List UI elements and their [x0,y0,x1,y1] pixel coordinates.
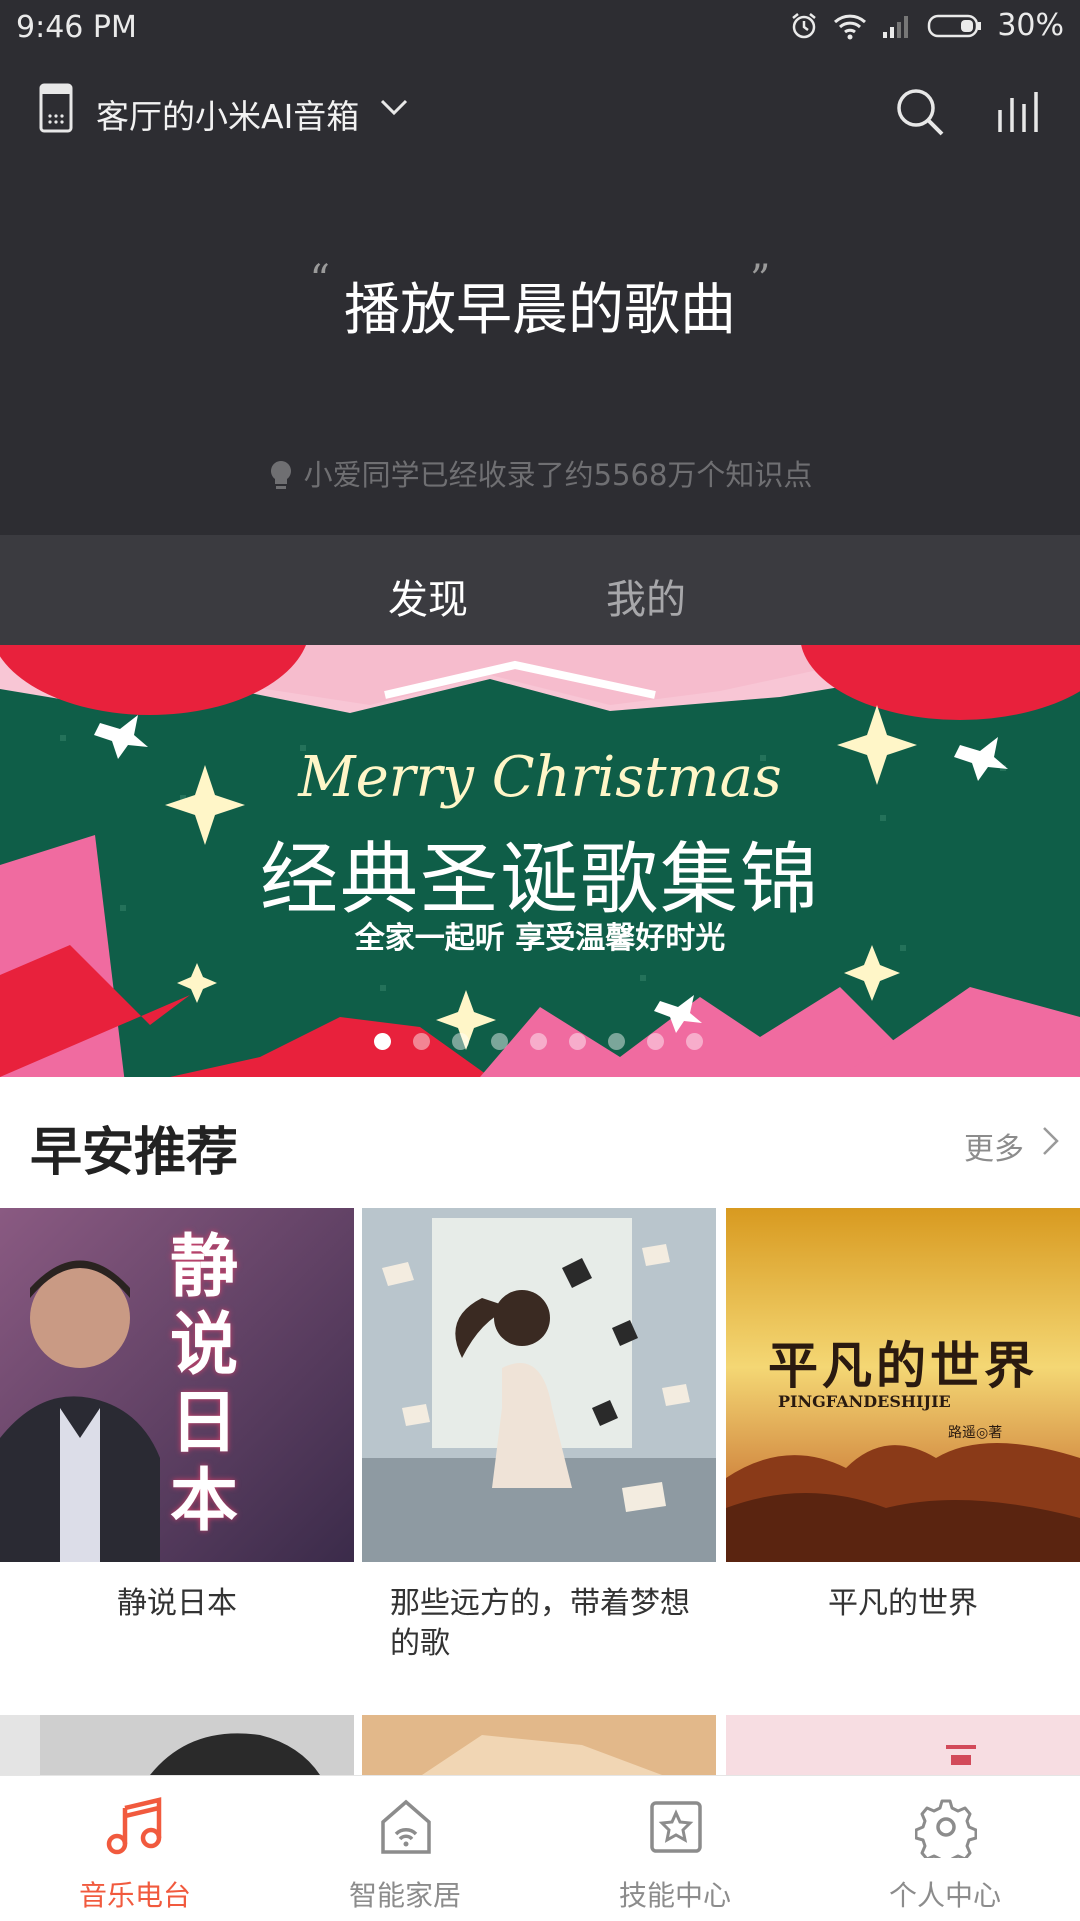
battery-percent: 30% [997,8,1064,43]
recommend-card[interactable]: 静说日本 静说日本 [0,1208,354,1624]
pagination-dot[interactable] [647,1033,664,1050]
nav-label: 个人中心 [888,1879,1001,1912]
gear-icon [915,1799,977,1858]
chevron-right-icon[interactable] [1040,1124,1062,1162]
album-cover: 平凡的世界 PINGFANDESHIJIE 路遥◎著 [726,1208,1080,1562]
cover-pinyin-text: PINGFANDESHIJIE [778,1392,951,1411]
card-caption: 平凡的世界 [828,1586,978,1621]
recommend-card[interactable]: 平凡的世界 PINGFANDESHIJIE 路遥◎著 平凡的世界 [726,1208,1080,1624]
recommend-card-partial[interactable] [726,1715,1080,1775]
promo-banner[interactable]: Merry Christmas 经典圣诞歌集锦 全家一起听 享受温馨好时光 [0,645,1080,1077]
pagination-dot[interactable] [413,1033,430,1050]
recommend-card[interactable]: 那些远方的，带着梦想的歌 [362,1208,716,1664]
recommend-card-partial[interactable] [0,1715,354,1775]
knowledge-hint: 小爱同学已经收录了约5568万个知识点 [0,452,1080,494]
nav-skill-center[interactable]: 技能中心 [540,1776,810,1921]
close-quote-mark: ” [750,257,771,303]
recommend-card-partial[interactable] [362,1715,716,1775]
cover-author-text: 路遥◎著 [948,1425,1003,1441]
top-panel: 9:46 PM 30% 客厅的小米AI音箱 “ 播放早晨的歌曲 ” 小爱同学已经… [0,0,1080,535]
smart-home-icon [381,1799,431,1854]
banner-subtitle: 全家一起听 享受温馨好时光 [354,921,726,956]
nav-music-radio[interactable]: 音乐电台 [0,1776,270,1921]
pagination-dot[interactable] [569,1033,586,1050]
hint-text: 小爱同学已经收录了约5568万个知识点 [303,458,813,492]
section-title: 早安推荐 [30,1123,239,1183]
pagination-dot[interactable] [608,1033,625,1050]
music-note-icon [106,1797,162,1855]
search-icon[interactable] [890,82,950,142]
lightbulb-icon [270,461,291,489]
cover-title-text: 静说日本 [170,1227,239,1541]
signal-icon [881,12,913,40]
star-box-icon [650,1801,702,1853]
more-link[interactable]: 更多 [964,1124,1024,1168]
card-caption: 那些远方的，带着梦想的歌 [390,1586,690,1661]
tab-mine[interactable]: 我的 [606,567,686,625]
pagination-dot[interactable] [374,1033,391,1050]
pagination-dot[interactable] [686,1033,703,1050]
status-time: 9:46 PM [16,10,137,45]
device-selector[interactable]: 客厅的小米AI音箱 [96,90,359,138]
alarm-icon [789,11,819,41]
equalizer-icon[interactable] [990,84,1050,144]
nav-label: 技能中心 [618,1879,731,1912]
chevron-down-icon[interactable] [378,96,410,122]
speaker-device-icon[interactable] [38,82,74,138]
content-tabs: 发现 我的 [0,535,1080,645]
battery-icon [927,12,983,40]
cover-title-text: 平凡的世界 [768,1336,1038,1395]
bottom-navigation: 音乐电台 智能家居 技能中心 个人中心 [0,1775,1080,1921]
pagination-dot[interactable] [452,1033,469,1050]
voice-suggestion: “ 播放早晨的歌曲 ” [0,257,1080,346]
open-quote-mark: “ [309,257,330,303]
nav-label: 音乐电台 [78,1879,191,1912]
album-cover [362,1208,716,1562]
suggestion-text: 播放早晨的歌曲 [344,278,736,343]
nav-smart-home[interactable]: 智能家居 [270,1776,540,1921]
tab-discover[interactable]: 发现 [388,567,468,625]
nav-personal-center[interactable]: 个人中心 [810,1776,1080,1921]
status-bar: 9:46 PM 30% [0,0,1080,56]
pagination-dot[interactable] [491,1033,508,1050]
wifi-icon [833,12,867,40]
app-bar: 客厅的小米AI音箱 [0,72,1080,152]
banner-pagination [374,1033,703,1050]
banner-tagline: Merry Christmas [298,745,782,810]
album-cover: 静说日本 [0,1208,354,1562]
nav-label: 智能家居 [348,1879,461,1912]
card-caption: 静说日本 [117,1586,237,1621]
pagination-dot[interactable] [530,1033,547,1050]
